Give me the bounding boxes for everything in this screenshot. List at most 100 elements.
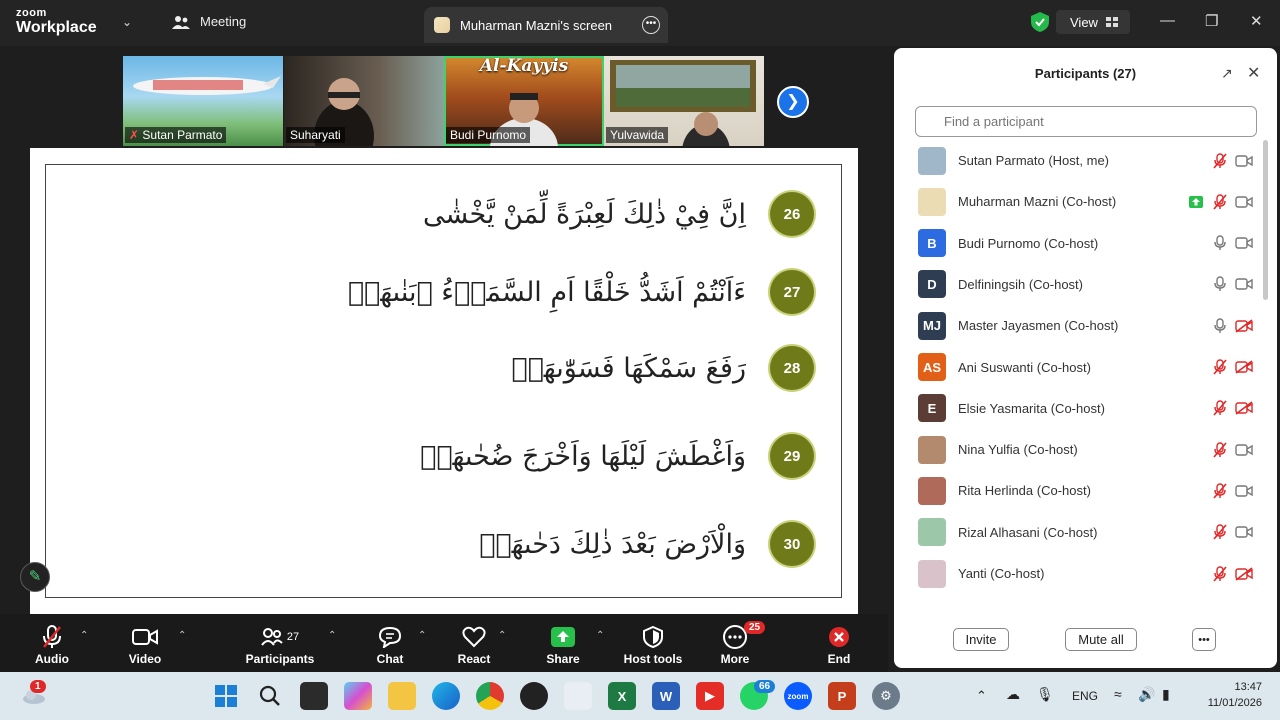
participants-button[interactable]: 27 Participants bbox=[244, 624, 316, 666]
battery-icon[interactable]: ▮ bbox=[1162, 686, 1170, 703]
end-label: End bbox=[827, 652, 851, 666]
volume-icon[interactable]: 🔊 bbox=[1138, 686, 1155, 703]
participant-row[interactable]: Rita Herlinda (Co-host) bbox=[918, 470, 1254, 511]
video-thumbnail[interactable]: Yulvawida bbox=[604, 56, 764, 146]
verse-row: رَفَعَ سَمْكَهَا فَسَوّٰىهَاۙ 28 bbox=[511, 345, 814, 391]
video-thumbnail[interactable]: ✗ Sutan Parmato bbox=[123, 56, 283, 146]
participant-name: Budi Purnomo (Co-host) bbox=[958, 235, 1099, 251]
settings-gear-icon[interactable]: ⚙ bbox=[872, 682, 900, 710]
mic-icon[interactable] bbox=[1210, 274, 1230, 294]
react-options-caret[interactable]: ⌃ bbox=[498, 630, 506, 641]
share-button[interactable]: Share bbox=[546, 624, 580, 666]
search-icon[interactable] bbox=[256, 682, 284, 710]
sharing-screen-icon bbox=[1186, 192, 1206, 212]
restore-icon[interactable]: ❐ bbox=[1205, 12, 1218, 30]
participant-row[interactable]: Nina Yulfia (Co-host) bbox=[918, 429, 1254, 470]
next-page-arrow-icon[interactable]: ❯ bbox=[777, 86, 809, 118]
mic-muted-icon[interactable] bbox=[1210, 398, 1230, 418]
mic-muted-icon[interactable] bbox=[1210, 357, 1230, 377]
avatar: AS bbox=[918, 353, 946, 381]
minimize-icon[interactable]: — bbox=[1160, 12, 1175, 29]
participants-options-caret[interactable]: ⌃ bbox=[328, 630, 336, 641]
video-thumbnail-active-speaker[interactable]: Al-Kayyis Budi Purnomo bbox=[444, 56, 604, 146]
word-icon[interactable]: W bbox=[652, 682, 680, 710]
annotate-pencil-icon[interactable]: ✎ bbox=[20, 562, 50, 592]
mic-muted-icon[interactable] bbox=[1210, 564, 1230, 584]
windows-logo bbox=[215, 685, 237, 707]
close-icon[interactable]: ✕ bbox=[1247, 63, 1260, 83]
clock-date[interactable]: 11/01/2026 bbox=[1200, 697, 1262, 709]
snipping-tool-icon[interactable] bbox=[564, 682, 592, 710]
start-windows-icon[interactable] bbox=[212, 682, 240, 710]
verse-text: ءَاَنْتُمْ اَشَدُّ خَلْقًا اَمِ السَّمَا… bbox=[347, 276, 746, 308]
mic-icon[interactable] bbox=[1210, 233, 1230, 253]
file-explorer-icon[interactable] bbox=[388, 682, 416, 710]
avatar bbox=[918, 146, 946, 175]
zoom-app-icon[interactable]: zoom bbox=[784, 682, 812, 710]
view-button[interactable]: View bbox=[1056, 10, 1130, 34]
mic-tray-icon[interactable]: 🎙 bbox=[1036, 686, 1054, 703]
screen-tab-label: Muharman Mazni's screen bbox=[460, 17, 613, 33]
participant-search-input[interactable] bbox=[915, 106, 1257, 137]
list-scrollbar[interactable] bbox=[1263, 140, 1268, 300]
participant-row[interactable]: Muharman Mazni (Co-host) bbox=[918, 181, 1254, 222]
powerpoint-icon[interactable]: P bbox=[828, 682, 856, 710]
participant-row[interactable]: E Elsie Yasmarita (Co-host) bbox=[918, 388, 1254, 429]
video-button[interactable]: Video bbox=[124, 624, 166, 666]
mic-muted-icon[interactable] bbox=[1210, 481, 1230, 501]
video-thumbnail[interactable]: Suharyati bbox=[284, 56, 444, 146]
mic-icon[interactable] bbox=[1210, 316, 1230, 336]
zoom-workplace-logo[interactable]: zoom Workplace bbox=[16, 8, 97, 36]
react-button[interactable]: React bbox=[456, 624, 492, 666]
tab-meeting[interactable]: Meeting bbox=[172, 14, 246, 29]
participant-row[interactable]: D Delfiningsih (Co-host) bbox=[918, 264, 1254, 305]
encryption-shield-icon[interactable] bbox=[1031, 12, 1049, 32]
chat-options-caret[interactable]: ⌃ bbox=[418, 630, 426, 641]
more-options-icon[interactable]: ••• bbox=[1192, 628, 1216, 651]
participant-name: Ani Suswanti (Co-host) bbox=[958, 359, 1091, 375]
participant-row[interactable]: AS Ani Suswanti (Co-host) bbox=[918, 347, 1254, 388]
mic-muted-icon[interactable] bbox=[1210, 440, 1230, 460]
host-tools-button[interactable]: Host tools bbox=[620, 624, 686, 666]
excel-icon[interactable]: X bbox=[608, 682, 636, 710]
participant-name: Muharman Mazni (Co-host) bbox=[958, 194, 1117, 210]
more-options-icon[interactable]: ••• bbox=[642, 16, 660, 34]
mic-muted-icon[interactable] bbox=[1210, 192, 1230, 212]
participant-row[interactable]: Rizal Alhasani (Co-host) bbox=[918, 512, 1254, 553]
participant-row[interactable]: Yanti (Co-host) bbox=[918, 553, 1254, 594]
audio-options-caret[interactable]: ⌃ bbox=[80, 630, 88, 641]
network-icon[interactable]: ☁ bbox=[1006, 686, 1020, 703]
mic-muted-icon[interactable] bbox=[1210, 522, 1230, 542]
wifi-icon[interactable]: ≈ bbox=[1114, 686, 1122, 702]
end-meeting-button[interactable]: End bbox=[824, 624, 854, 666]
clock-time[interactable]: 13:47 bbox=[1200, 681, 1262, 693]
video-options-caret[interactable]: ⌃ bbox=[178, 630, 186, 641]
participant-row[interactable]: Sutan Parmato (Host, me) bbox=[918, 140, 1254, 181]
participants-panel: Participants (27) ↗ ✕ Sutan Parmato (Hos… bbox=[894, 48, 1277, 668]
tab-shared-screen[interactable]: Muharman Mazni's screen ••• bbox=[424, 7, 668, 43]
chevron-down-icon[interactable]: ⌄ bbox=[122, 15, 132, 29]
chat-button[interactable]: Chat bbox=[372, 624, 408, 666]
audio-button[interactable]: Audio bbox=[30, 624, 74, 666]
camera-icon bbox=[1234, 233, 1254, 253]
share-options-caret[interactable]: ⌃ bbox=[596, 630, 604, 641]
close-icon[interactable]: ✕ bbox=[1250, 12, 1263, 30]
copilot-icon[interactable] bbox=[344, 682, 372, 710]
participants-count: 27 bbox=[286, 631, 300, 643]
chrome-browser-icon[interactable] bbox=[476, 682, 504, 710]
whatsapp-badge: 66 bbox=[754, 680, 776, 693]
mic-muted-icon[interactable] bbox=[1210, 151, 1230, 171]
participant-row[interactable]: MJ Master Jayasmen (Co-host) bbox=[918, 305, 1254, 346]
youtube-icon[interactable]: ▶ bbox=[696, 682, 724, 710]
language-indicator[interactable]: ENG bbox=[1072, 689, 1098, 703]
task-view-icon[interactable] bbox=[300, 682, 328, 710]
pop-out-icon[interactable]: ↗ bbox=[1221, 65, 1233, 82]
edge-browser-icon[interactable] bbox=[432, 682, 460, 710]
invite-button[interactable]: Invite bbox=[953, 628, 1009, 651]
tray-expand-icon[interactable]: ⌃ bbox=[976, 688, 987, 704]
mute-all-button[interactable]: Mute all bbox=[1065, 628, 1137, 651]
verse-row: ءَاَنْتُمْ اَشَدُّ خَلْقًا اَمِ السَّمَا… bbox=[348, 269, 814, 315]
participant-row[interactable]: B Budi Purnomo (Co-host) bbox=[918, 223, 1254, 264]
app-icon[interactable] bbox=[520, 682, 548, 710]
windows-taskbar: 1 X W ▶ 66 zoom P ⚙ ⌃ ☁ 🎙 ENG ≈ 🔊 ▮ 13:4… bbox=[0, 672, 1280, 720]
